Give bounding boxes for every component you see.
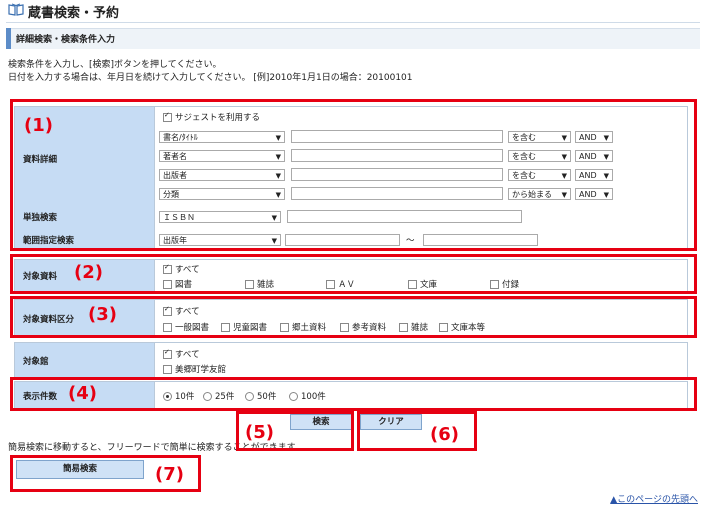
marker-4: (4) <box>68 383 97 404</box>
target-library-label-cell: 対象館 <box>15 343 155 377</box>
target-library-row: 対象館 すべて 美郷町学友館 <box>14 342 688 378</box>
subtitle-accent <box>6 28 11 49</box>
book-icon <box>8 3 24 16</box>
annotation-box-1 <box>10 99 697 251</box>
back-to-top-link[interactable]: ▲このページの先頭へ <box>610 492 698 505</box>
target-library-misato-checkbox[interactable]: 美郷町学友館 <box>163 363 226 375</box>
marker-1: (1) <box>24 115 53 136</box>
marker-2: (2) <box>74 262 103 283</box>
section-subtitle: 詳細検索・検索条件入力 <box>16 35 116 45</box>
marker-5: (5) <box>245 422 274 443</box>
annotation-box-2 <box>10 254 697 294</box>
title-divider <box>6 22 700 23</box>
target-library-label: 対象館 <box>23 357 49 367</box>
marker-7: (7) <box>155 464 184 485</box>
annotation-box-4 <box>10 377 697 411</box>
marker-3: (3) <box>88 304 117 325</box>
target-library-all-checkbox[interactable]: すべて <box>163 348 200 360</box>
page-title: 蔵書検索・予約 <box>28 6 120 21</box>
instruction-line-2: 日付を入力する場合は、年月日を続けて入力してください。 [例]2010年1月1日… <box>8 73 413 83</box>
instruction-line-1: 検索条件を入力し、[検索]ボタンを押してください。 <box>8 60 222 70</box>
annotation-box-6 <box>357 411 477 451</box>
marker-6: (6) <box>430 424 459 445</box>
